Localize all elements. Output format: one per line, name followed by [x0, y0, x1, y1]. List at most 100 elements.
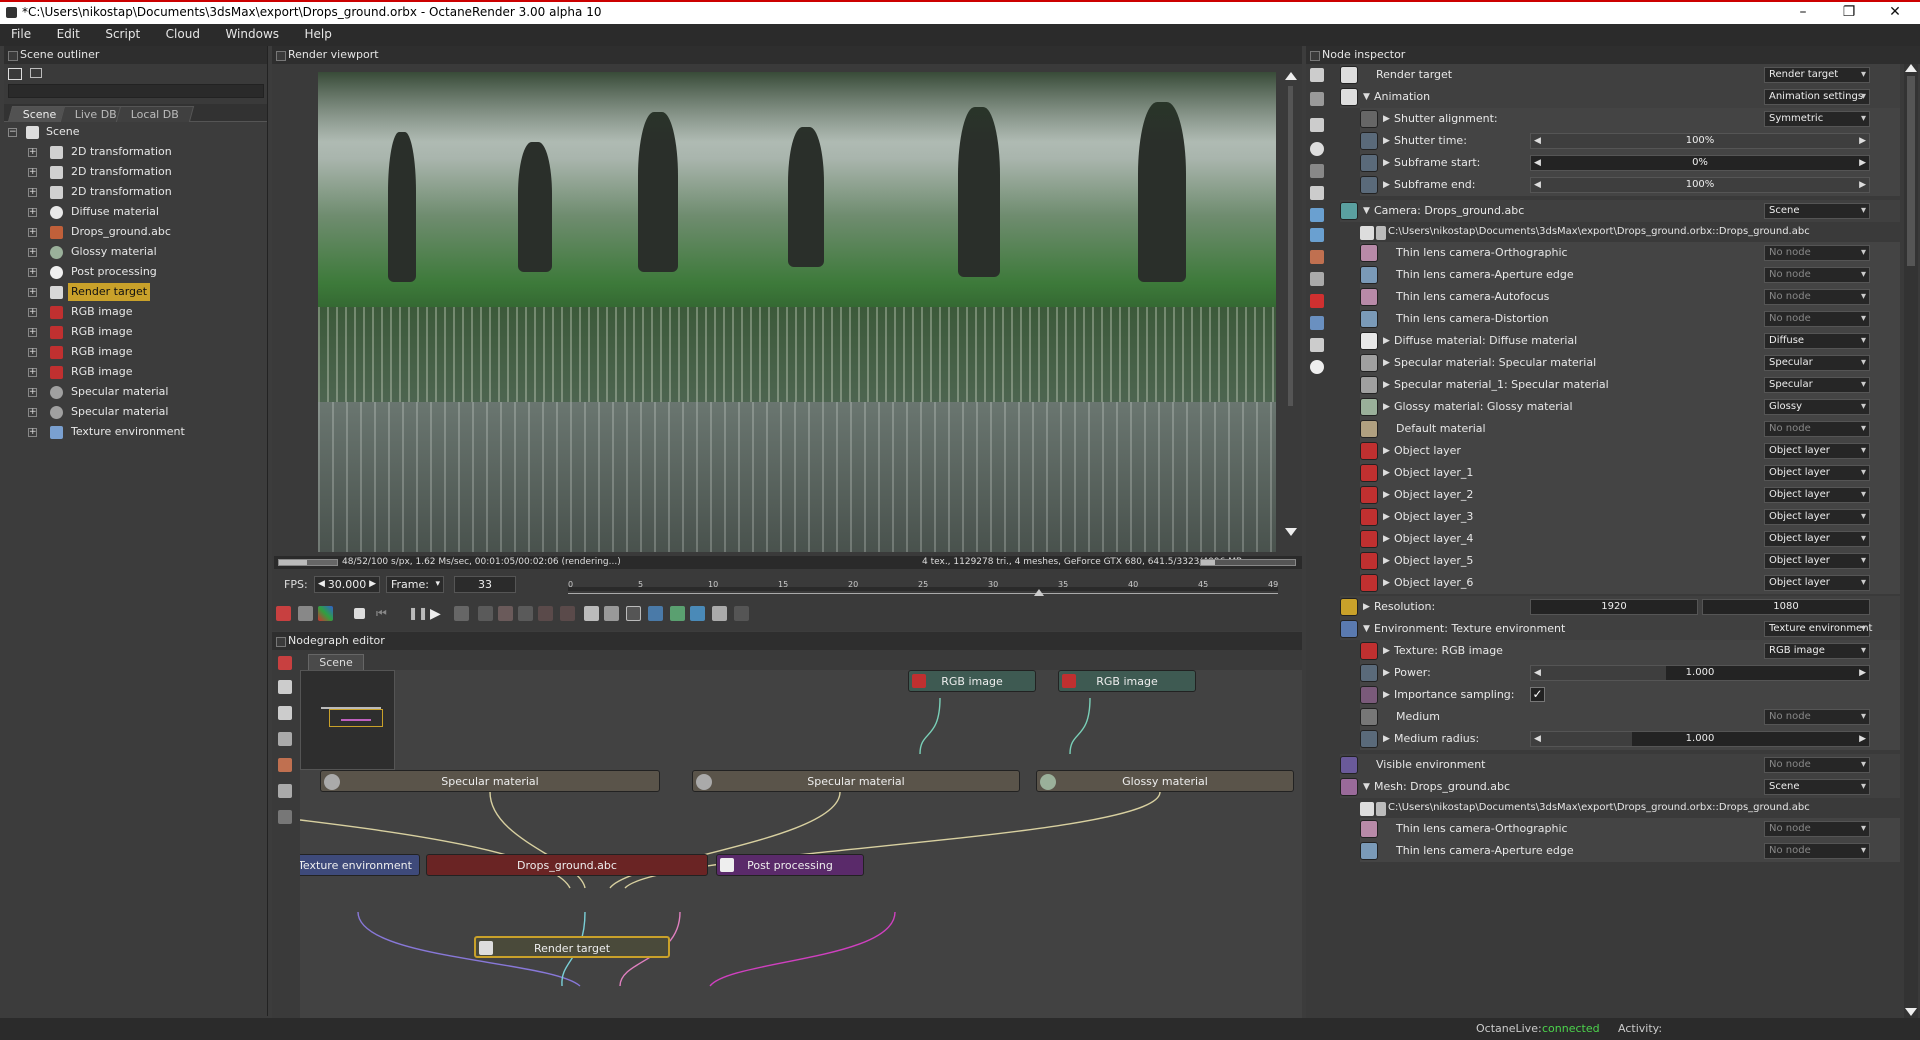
power-row-slider[interactable]: ◀ 1.000 ▶ — [1530, 665, 1870, 681]
expand-arrow-icon[interactable]: ▶ — [1383, 152, 1390, 174]
camera-input-row-dropdown[interactable]: Object layer — [1764, 553, 1870, 569]
node-rgb-image[interactable]: RGB image — [1058, 670, 1196, 692]
scroll-up-icon[interactable] — [1905, 64, 1917, 72]
tree-item[interactable]: + Specular material — [4, 382, 267, 402]
slider-left-icon[interactable]: ◀ — [1534, 666, 1541, 680]
expand-icon[interactable]: + — [28, 368, 37, 377]
environment-icon[interactable] — [1340, 620, 1358, 638]
render-region-icon[interactable] — [454, 606, 469, 621]
node-render-target[interactable]: Render target — [474, 936, 670, 958]
node-icon[interactable] — [1360, 226, 1374, 240]
expand-icon[interactable]: + — [28, 248, 37, 257]
pin-icon[interactable] — [1360, 354, 1378, 372]
expand-icon[interactable]: + — [28, 168, 37, 177]
expand-icon[interactable]: + — [28, 428, 37, 437]
material-picker-icon[interactable] — [538, 606, 553, 621]
scroll-down-icon[interactable] — [1905, 1008, 1917, 1016]
camera-input-row-dropdown[interactable]: No node — [1764, 267, 1870, 283]
menu-file[interactable]: File — [0, 24, 42, 44]
inspector-scrollbar[interactable] — [1904, 64, 1918, 1018]
resolution-height[interactable]: 1080 — [1702, 599, 1870, 615]
expand-icon[interactable]: + — [28, 148, 37, 157]
expand-arrow-icon[interactable]: ▶ — [1383, 550, 1390, 572]
expand-arrow-icon[interactable]: ▶ — [1363, 596, 1370, 618]
gizmo-icon[interactable] — [626, 606, 641, 621]
pin-icon[interactable] — [1360, 508, 1378, 526]
nodegraph-tab-scene[interactable]: Scene — [308, 654, 364, 670]
environment-icon[interactable] — [1310, 208, 1324, 222]
environment-row-dropdown[interactable]: Texture environment — [1764, 621, 1872, 637]
tree-item[interactable]: + Glossy material — [4, 242, 267, 262]
expand-icon[interactable]: + — [28, 268, 37, 277]
color-picker-icon[interactable] — [498, 606, 513, 621]
camera-input-row-dropdown[interactable]: Object layer — [1764, 575, 1870, 591]
resolution-width[interactable]: 1920 — [1530, 599, 1698, 615]
shutter-alignment-row-dropdown[interactable]: Symmetric — [1764, 111, 1870, 127]
expand-arrow-icon[interactable]: ▶ — [1383, 396, 1390, 418]
mesh-node-icon[interactable] — [278, 758, 292, 772]
pin-icon[interactable] — [1360, 552, 1378, 570]
color-icon[interactable] — [318, 606, 333, 621]
menu-script[interactable]: Script — [94, 24, 151, 44]
menu-cloud[interactable]: Cloud — [155, 24, 211, 44]
float-icon[interactable] — [1360, 664, 1378, 682]
camera-input-row-dropdown[interactable]: No node — [1764, 311, 1870, 327]
camera-input-row-dropdown[interactable]: No node — [1764, 289, 1870, 305]
node-specular-material[interactable]: Specular material — [320, 770, 660, 792]
tree-root[interactable]: − Scene — [4, 122, 267, 142]
expand-arrow-icon[interactable]: ▶ — [1383, 684, 1390, 706]
render-target-header-dropdown[interactable]: Render target — [1764, 67, 1870, 83]
camera-input-row-dropdown[interactable]: Object layer — [1764, 487, 1870, 503]
decal-icon[interactable] — [734, 606, 749, 621]
camera-input-row-dropdown[interactable]: Glossy — [1764, 399, 1870, 415]
maximize-button[interactable]: ❐ — [1826, 2, 1872, 24]
menu-windows[interactable]: Windows — [214, 24, 290, 44]
camera-input-row-dropdown[interactable]: Object layer — [1764, 443, 1870, 459]
fps-inc-icon[interactable]: ▶ — [369, 577, 376, 592]
tree-item[interactable]: + Diffuse material — [4, 202, 267, 222]
tools-icon[interactable] — [278, 810, 292, 824]
cube-icon[interactable] — [1310, 316, 1324, 330]
expand-arrow-icon[interactable]: ▼ — [1363, 86, 1370, 108]
camera-input-row-dropdown[interactable]: Specular — [1764, 377, 1870, 393]
clock-icon[interactable] — [1310, 142, 1324, 156]
expand-icon[interactable]: + — [28, 208, 37, 217]
inspector-tool-icon[interactable] — [1310, 118, 1324, 132]
camera-icon[interactable] — [1310, 164, 1324, 178]
medium-radius-row-slider[interactable]: ◀ 1.000 ▶ — [1530, 731, 1870, 747]
octane-icon[interactable] — [276, 606, 291, 621]
copy-icon[interactable] — [648, 606, 663, 621]
loop-icon[interactable] — [278, 784, 292, 798]
slider-right-icon[interactable]: ▶ — [1859, 178, 1866, 192]
shutter-time-row-slider[interactable]: ◀ 100% ▶ — [1530, 133, 1870, 149]
object-picker-icon[interactable] — [560, 606, 575, 621]
tree-item[interactable]: + Texture environment — [4, 422, 267, 442]
expand-icon[interactable]: + — [28, 228, 37, 237]
camera-input-row-dropdown[interactable]: Object layer — [1764, 465, 1870, 481]
camera-input-row-dropdown[interactable]: Object layer — [1764, 531, 1870, 547]
mesh-icon[interactable] — [1310, 250, 1324, 264]
tree-item[interactable]: + RGB image — [4, 342, 267, 362]
fps-dec-icon[interactable]: ◀ — [318, 577, 325, 592]
pin-icon[interactable] — [1360, 266, 1378, 284]
expand-icon[interactable]: + — [28, 308, 37, 317]
enum-icon[interactable] — [1360, 110, 1378, 128]
octane-node-icon[interactable] — [278, 656, 292, 670]
image-icon[interactable] — [1310, 338, 1324, 352]
pin-icon[interactable] — [1360, 574, 1378, 592]
tree-item[interactable]: +2D transformation — [4, 142, 267, 162]
expand-arrow-icon[interactable]: ▼ — [1363, 200, 1370, 222]
expand-icon[interactable]: + — [28, 328, 37, 337]
outliner-new-icon[interactable] — [8, 68, 22, 80]
frame-mode-select[interactable]: Frame: ▾ — [386, 576, 444, 593]
medium-icon[interactable] — [1360, 708, 1378, 726]
expand-arrow-icon[interactable]: ▶ — [1383, 330, 1390, 352]
save-render-icon[interactable] — [670, 606, 685, 621]
pin-icon[interactable] — [1360, 530, 1378, 548]
mesh-input-row-dropdown[interactable]: No node — [1764, 821, 1870, 837]
fps-field[interactable]: ◀ 30.000 ▶ — [314, 576, 380, 593]
expand-arrow-icon[interactable]: ▶ — [1383, 640, 1390, 662]
tree-item[interactable]: + RGB image — [4, 322, 267, 342]
texture-row-dropdown[interactable]: RGB image — [1764, 643, 1870, 659]
inspector-tool-icon[interactable] — [1310, 68, 1324, 82]
